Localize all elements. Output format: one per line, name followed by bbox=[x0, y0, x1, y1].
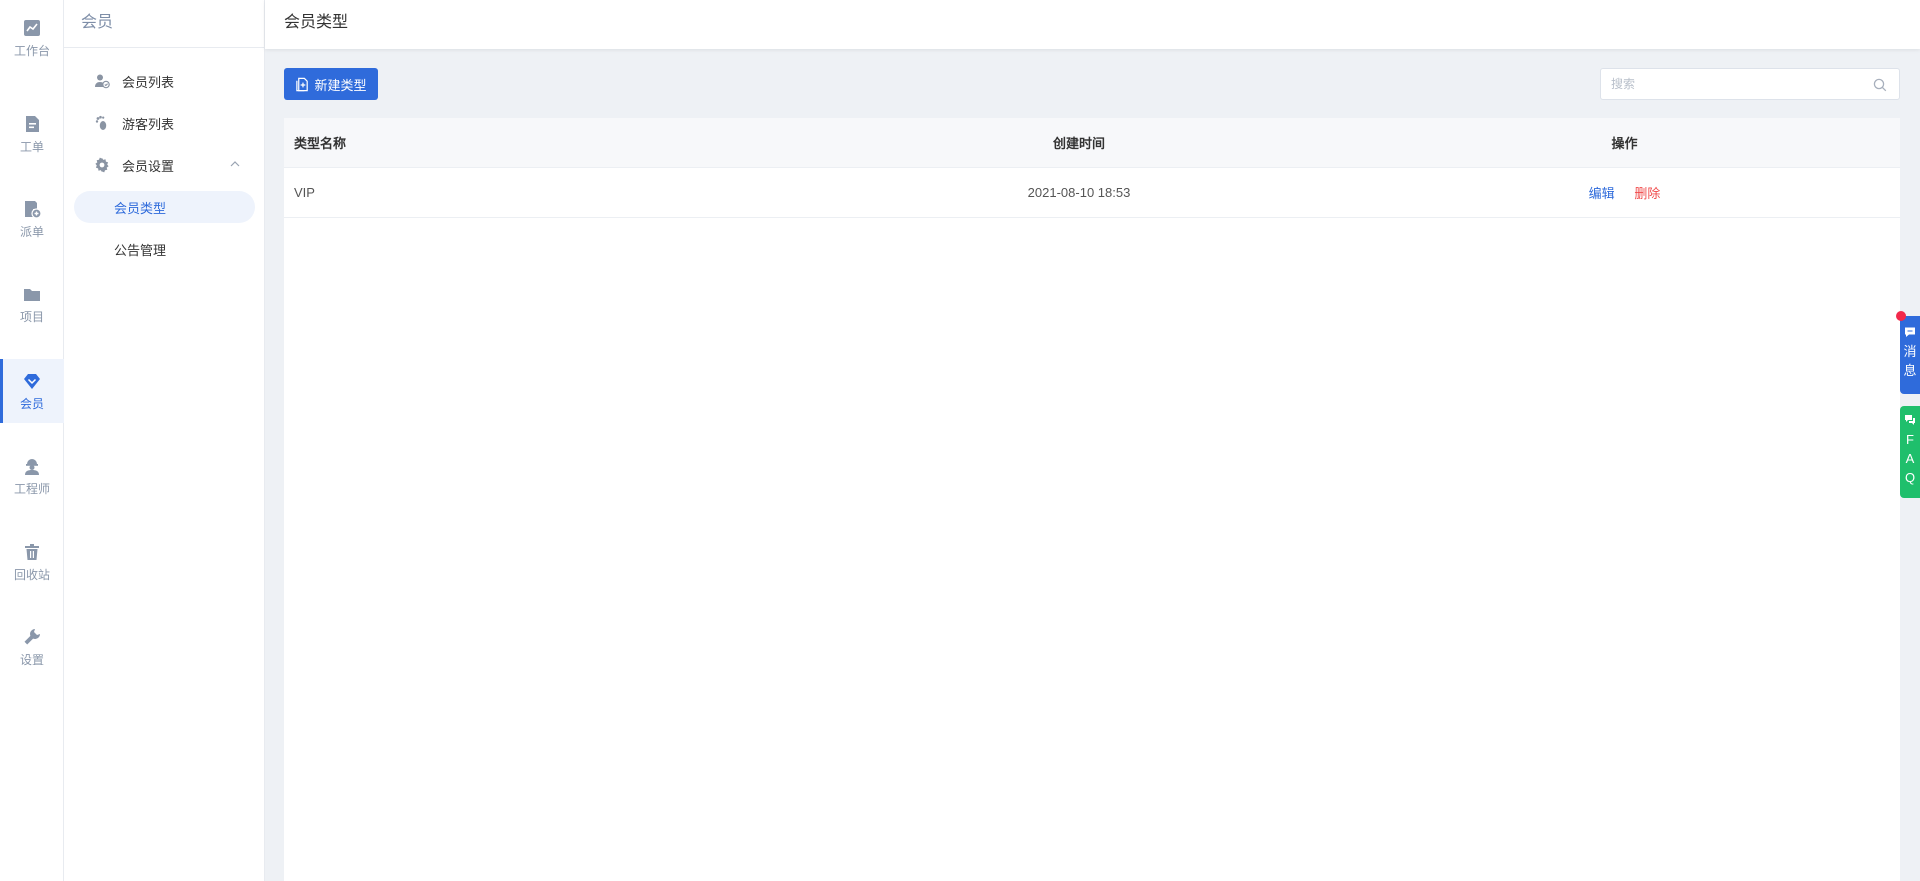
new-type-button-label: 新建类型 bbox=[314, 77, 367, 93]
message-float-label: 消息 bbox=[1903, 344, 1917, 378]
rail-item-label: 会员 bbox=[19, 397, 44, 411]
submenu-item-member-settings[interactable]: 会员设置 bbox=[74, 149, 255, 181]
rail-item-engineer[interactable]: 工程师 bbox=[0, 444, 64, 508]
delete-link[interactable]: 删除 bbox=[1634, 186, 1660, 201]
document-icon bbox=[26, 116, 39, 132]
rail-item-workorder[interactable]: 工单 bbox=[0, 102, 64, 166]
submenu-item-visitor-list[interactable]: 游客列表 bbox=[74, 107, 255, 139]
table-row: VIP 2021-08-10 18:53 编辑 删除 bbox=[284, 168, 1900, 218]
cell-type-name: VIP bbox=[294, 185, 315, 200]
search-input[interactable] bbox=[1601, 69, 1861, 99]
column-header-created-time: 创建时间 bbox=[1052, 136, 1105, 151]
main-nav-rail: 工作台 工单 派单 项目 会员 工程师 回收站 设置 bbox=[0, 0, 64, 881]
rail-item-recycle-bin[interactable]: 回收站 bbox=[0, 530, 64, 594]
rail-item-label: 派单 bbox=[19, 225, 44, 239]
member-list-icon bbox=[95, 74, 110, 89]
folder-icon bbox=[24, 289, 40, 301]
secondary-menu: 会员 会员列表 游客列表 会员设置 会员类型 公告管理 bbox=[64, 0, 265, 881]
chat-bubble-icon bbox=[1905, 327, 1915, 337]
trash-icon bbox=[25, 544, 39, 560]
chart-line-icon bbox=[24, 20, 40, 36]
submenu-item-member-list[interactable]: 会员列表 bbox=[74, 65, 255, 97]
rail-item-workbench[interactable]: 工作台 bbox=[0, 6, 64, 70]
new-document-icon bbox=[296, 77, 309, 91]
submenu-item-label: 公告管理 bbox=[114, 242, 167, 258]
rail-item-settings[interactable]: 设置 bbox=[0, 615, 64, 679]
edit-link[interactable]: 编辑 bbox=[1589, 186, 1615, 201]
submenu-item-label: 会员列表 bbox=[122, 74, 175, 90]
rail-item-label: 工程师 bbox=[13, 482, 50, 496]
cell-created-time: 2021-08-10 18:53 bbox=[1027, 185, 1131, 200]
table-header: 类型名称 创建时间 操作 bbox=[284, 118, 1900, 168]
submenu-item-member-type[interactable]: 会员类型 bbox=[74, 191, 255, 223]
rail-item-member[interactable]: 会员 bbox=[0, 359, 64, 423]
footprint-icon bbox=[95, 115, 107, 130]
column-header-type-name: 类型名称 bbox=[294, 136, 347, 151]
engineer-icon bbox=[25, 459, 39, 475]
rail-item-dispatch[interactable]: 派单 bbox=[0, 187, 64, 251]
faq-float-label: FAQ bbox=[1904, 432, 1916, 485]
rail-item-project[interactable]: 项目 bbox=[0, 272, 64, 336]
rail-item-label: 回收站 bbox=[13, 568, 50, 582]
rail-item-label: 工作台 bbox=[13, 44, 50, 58]
submenu-item-announcement[interactable]: 公告管理 bbox=[74, 233, 255, 265]
faq-float-tab[interactable]: FAQ bbox=[1900, 406, 1920, 498]
rail-item-label: 工单 bbox=[19, 140, 44, 154]
dispatch-icon bbox=[25, 201, 42, 219]
gear-icon bbox=[95, 157, 109, 173]
submenu-item-label: 游客列表 bbox=[122, 116, 175, 132]
page-title: 会员类型 bbox=[265, 0, 1920, 49]
search-box bbox=[1600, 68, 1900, 100]
search-icon[interactable] bbox=[1873, 78, 1887, 92]
rail-item-label: 设置 bbox=[19, 653, 44, 667]
notification-dot bbox=[1896, 311, 1906, 321]
rail-item-label: 项目 bbox=[19, 310, 44, 324]
wrench-icon bbox=[24, 629, 40, 645]
submenu-title: 会员 bbox=[64, 0, 264, 48]
chevron-up-icon bbox=[230, 161, 240, 167]
column-header-actions: 操作 bbox=[1611, 136, 1638, 151]
submenu-item-label: 会员类型 bbox=[114, 200, 167, 216]
faq-chat-icon bbox=[1905, 415, 1915, 425]
submenu-item-label: 会员设置 bbox=[122, 158, 175, 174]
message-float-tab[interactable]: 消息 bbox=[1896, 311, 1920, 394]
new-type-button[interactable]: 新建类型 bbox=[284, 68, 378, 100]
diamond-icon bbox=[24, 374, 40, 389]
member-type-table: 类型名称 创建时间 操作 VIP 2021-08-10 18:53 编辑 删除 bbox=[284, 118, 1900, 881]
cell-actions: 编辑 删除 bbox=[1349, 183, 1900, 202]
